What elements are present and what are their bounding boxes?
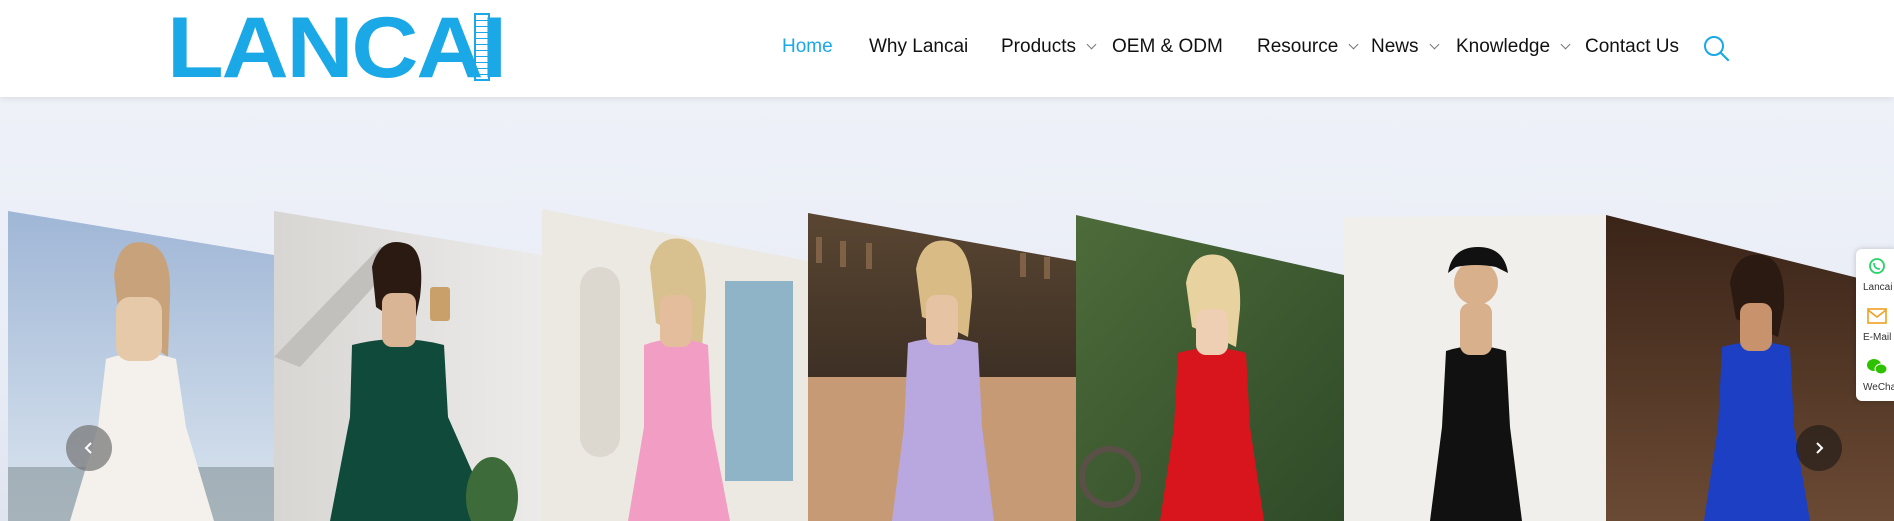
chevron-down-icon — [1560, 39, 1571, 49]
nav-label: OEM & ODM — [1112, 36, 1223, 57]
chevron-down-icon — [1429, 39, 1439, 49]
slide-panel-7[interactable] — [1606, 215, 1894, 521]
chevron-down-icon — [1348, 39, 1359, 49]
nav-item-news[interactable]: News — [1371, 36, 1439, 58]
nav-label: Knowledge — [1456, 36, 1551, 57]
contact-item-email[interactable]: E-Mail — [1856, 305, 1894, 349]
contact-label: E-Mail — [1863, 332, 1892, 343]
whatsapp-icon — [1869, 258, 1885, 274]
search-icon[interactable] — [1702, 34, 1730, 62]
slide-panel-4[interactable] — [808, 213, 1076, 521]
slide-panel-6[interactable] — [1344, 215, 1606, 521]
slide-panel-2[interactable] — [274, 211, 542, 521]
nav-label: Resource — [1257, 36, 1339, 57]
nav-item-contact-us[interactable]: Contact Us — [1585, 36, 1679, 58]
contact-widget: Lancai E-Mail WeChat — [1856, 249, 1894, 401]
slide-panel-5[interactable] — [1076, 215, 1344, 521]
slider-panels — [8, 209, 1894, 521]
mail-icon — [1867, 308, 1887, 324]
nav-item-oem-odm[interactable]: OEM & ODM — [1112, 36, 1223, 58]
nav-item-resource[interactable]: Resource — [1257, 36, 1359, 58]
contact-item-wechat[interactable]: WeChat — [1856, 355, 1894, 399]
nav-label: Home — [782, 36, 833, 57]
slide-panel-1[interactable] — [8, 211, 274, 521]
nav-label: News — [1371, 36, 1419, 57]
contact-label: WeChat — [1863, 382, 1894, 393]
chevron-right-icon — [1816, 442, 1824, 454]
slide-panel-3[interactable] — [542, 209, 808, 521]
nav-label: Contact Us — [1585, 36, 1679, 57]
contact-item-whatsapp[interactable]: Lancai — [1856, 255, 1894, 299]
nav-label: Why Lancai — [869, 36, 969, 57]
nav-item-home[interactable]: Home — [782, 36, 833, 58]
chevron-down-icon — [1086, 39, 1097, 49]
nav-item-products[interactable]: Products — [1001, 36, 1097, 58]
slider-prev-button[interactable] — [66, 425, 112, 471]
nav-item-why-lancai[interactable]: Why Lancai — [869, 36, 968, 58]
contact-label: Lancai — [1863, 282, 1893, 293]
site-header: LANCAI Home Why Lancai Products OEM & OD… — [0, 0, 1894, 97]
logo-text: LANCAI — [167, 0, 507, 96]
slider-next-button[interactable] — [1796, 425, 1842, 471]
chevron-left-icon — [84, 442, 92, 454]
brand-logo[interactable]: LANCAI — [167, 5, 507, 91]
nav-item-knowledge[interactable]: Knowledge — [1456, 36, 1571, 58]
nav-label: Products — [1001, 36, 1076, 57]
wechat-icon — [1867, 359, 1888, 375]
hero-slider — [0, 97, 1894, 521]
logo-ruler-mark — [474, 13, 490, 81]
